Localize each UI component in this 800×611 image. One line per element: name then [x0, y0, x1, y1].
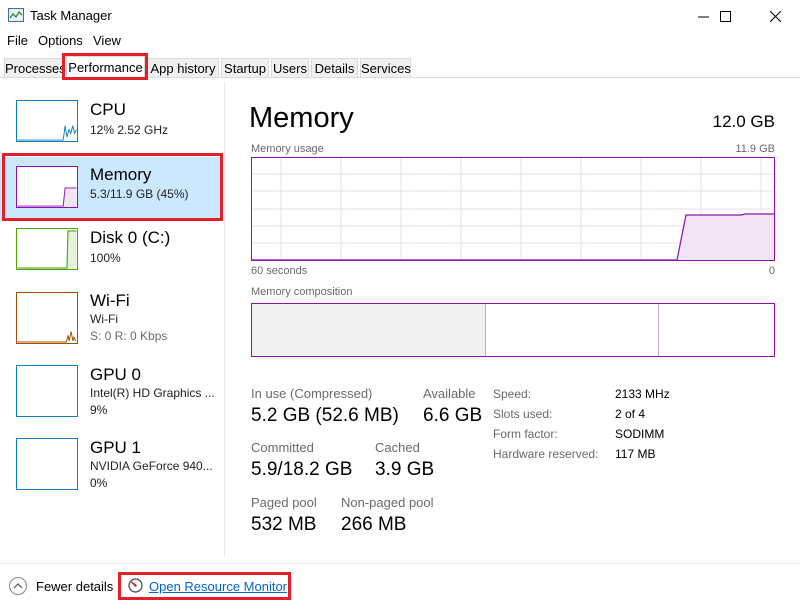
composition-in-use	[252, 304, 486, 356]
sidebar-item-label: GPU 1	[90, 438, 142, 457]
available-label: Available	[423, 386, 476, 401]
chevron-up-icon[interactable]	[9, 577, 27, 595]
sidebar-item-detail: 100%	[90, 251, 121, 265]
sidebar-item-detail: NVIDIA GeForce 940...	[90, 459, 213, 473]
paged-pool-label: Paged pool	[251, 495, 317, 510]
tab-performance[interactable]: Performance	[66, 56, 145, 78]
spec-label: Speed:	[493, 387, 532, 401]
menu-view[interactable]: View	[93, 33, 121, 48]
resource-monitor-icon	[128, 578, 143, 593]
sidebar-item-detail: Intel(R) HD Graphics ...	[90, 386, 215, 400]
committed-value: 5.9/18.2 GB	[251, 459, 353, 480]
sidebar-item-gpu1[interactable]: GPU 1 NVIDIA GeForce 940... 0%	[0, 432, 223, 495]
menu-options[interactable]: Options	[38, 33, 83, 48]
sidebar-item-memory[interactable]: Memory 5.3/11.9 GB (45%)	[0, 157, 223, 220]
paged-pool-value: 532 MB	[251, 514, 317, 535]
in-use-label: In use (Compressed)	[251, 386, 373, 401]
spec-value: 2133 MHz	[615, 387, 670, 401]
memory-usage-graph	[251, 157, 775, 261]
spec-value: 2 of 4	[615, 407, 646, 421]
sidebar-item-detail: 5.3/11.9 GB (45%)	[90, 187, 189, 201]
cpu-thumbnail	[16, 100, 78, 142]
available-value: 6.6 GB	[423, 405, 483, 426]
close-button[interactable]	[752, 0, 798, 32]
sidebar-item-label: CPU	[90, 100, 126, 119]
close-icon	[769, 10, 781, 22]
sidebar-item-label: Disk 0 (C:)	[90, 228, 171, 247]
spec-label: Hardware reserved:	[493, 447, 599, 461]
sidebar-divider	[224, 82, 225, 556]
sidebar-item-detail-2: 9%	[90, 403, 108, 417]
nonpaged-pool-label: Non-paged pool	[341, 495, 434, 510]
composition-label: Memory composition	[251, 286, 353, 298]
composition-standby	[488, 304, 659, 356]
maximize-button[interactable]	[702, 0, 748, 32]
menu-file[interactable]: File	[7, 33, 28, 48]
tab-users[interactable]: Users	[271, 58, 309, 77]
sidebar-item-disk[interactable]: Disk 0 (C:) 100%	[0, 222, 223, 285]
footer-divider	[0, 563, 800, 564]
task-manager-icon	[8, 8, 24, 22]
usage-label: Memory usage	[251, 143, 324, 155]
sidebar-item-wifi[interactable]: Wi-Fi Wi-Fi S: 0 R: 0 Kbps	[0, 285, 223, 348]
sidebar-item-detail-2: S: 0 R: 0 Kbps	[90, 329, 168, 343]
spec-label: Slots used:	[493, 407, 553, 421]
memory-thumbnail	[16, 166, 78, 208]
time-axis-right: 0	[768, 265, 775, 277]
tab-app-history[interactable]: App history	[147, 58, 219, 77]
time-axis-left: 60 seconds	[251, 265, 308, 277]
spec-value: SODIMM	[615, 427, 665, 441]
tab-details[interactable]: Details	[311, 58, 358, 77]
sidebar-item-label: Wi-Fi	[90, 291, 130, 310]
memory-total: 12.0 GB	[712, 112, 775, 131]
wifi-thumbnail	[16, 292, 78, 344]
spec-value: 117 MB	[615, 447, 656, 461]
spec-label: Form factor:	[493, 427, 558, 441]
sidebar-item-detail-2: 0%	[90, 476, 108, 490]
open-resource-monitor-link[interactable]: Open Resource Monitor	[149, 579, 287, 594]
sidebar-item-detail: Wi-Fi	[90, 312, 118, 326]
gpu0-thumbnail	[16, 365, 78, 417]
sidebar-item-gpu0[interactable]: GPU 0 Intel(R) HD Graphics ... 9%	[0, 359, 223, 422]
maximize-icon	[719, 10, 731, 22]
tab-processes[interactable]: Processes	[4, 58, 66, 77]
gpu1-thumbnail	[16, 438, 78, 490]
fewer-details-button[interactable]: Fewer details	[36, 579, 113, 594]
in-use-value: 5.2 GB (52.6 MB)	[251, 405, 399, 426]
sidebar-item-label: Memory	[90, 165, 152, 184]
disk-thumbnail	[16, 228, 78, 270]
nonpaged-pool-value: 266 MB	[341, 514, 407, 535]
page-title: Memory	[249, 102, 354, 134]
sidebar-item-detail: 12% 2.52 GHz	[90, 123, 169, 137]
sidebar-item-label: GPU 0	[90, 365, 142, 384]
cached-label: Cached	[375, 440, 420, 455]
committed-label: Committed	[251, 440, 314, 455]
memory-composition-bar	[251, 303, 775, 357]
usage-max: 11.9 GB	[735, 143, 775, 155]
tab-startup[interactable]: Startup	[221, 58, 269, 77]
tab-services[interactable]: Services	[360, 58, 411, 77]
cached-value: 3.9 GB	[375, 459, 435, 480]
sidebar-item-cpu[interactable]: CPU 12% 2.52 GHz	[0, 94, 223, 157]
window-title: Task Manager	[30, 8, 112, 23]
